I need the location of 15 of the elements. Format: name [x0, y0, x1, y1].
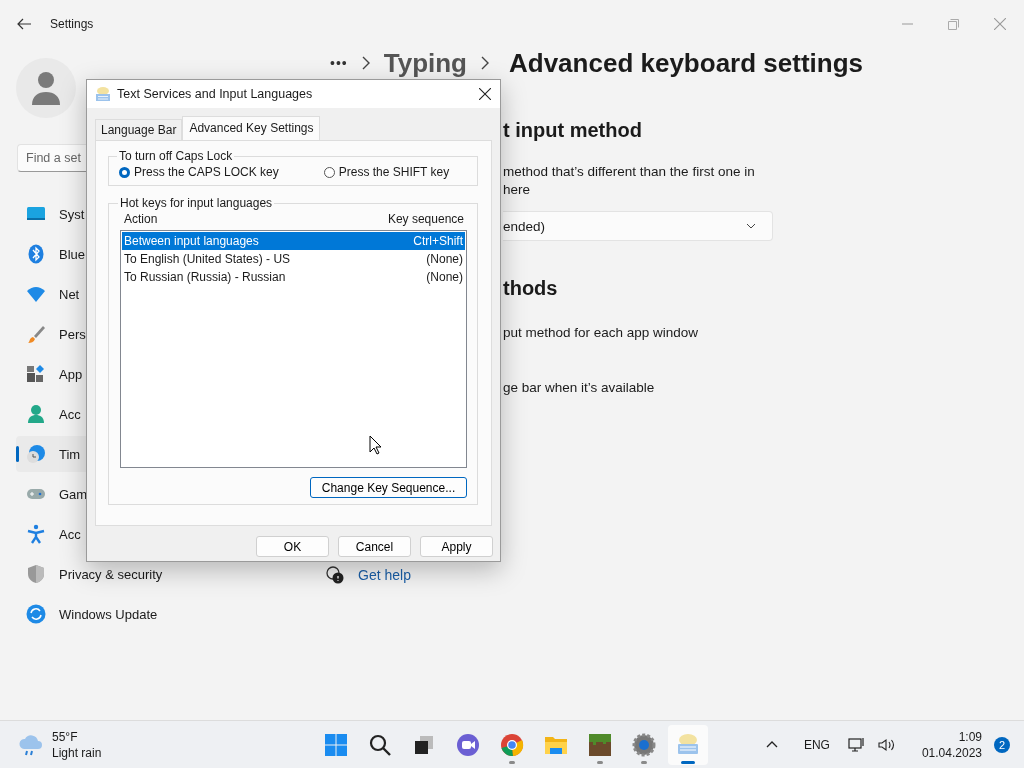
- section-heading: t input method: [503, 119, 643, 142]
- group-title: To turn off Caps Lock: [118, 149, 234, 163]
- option-label: ge bar when it’s available: [503, 380, 656, 395]
- temperature-text: 55°F: [52, 728, 79, 745]
- window-title: Settings: [50, 17, 94, 31]
- page-title: Advanced keyboard settings: [509, 48, 863, 78]
- section-heading: thods: [503, 277, 559, 300]
- column-header: Key sequence: [387, 212, 464, 226]
- option-label: put method for each app window: [503, 325, 700, 340]
- weather-condition-text: Light rain: [52, 744, 102, 761]
- group-title: Hot keys for input languages: [119, 196, 274, 210]
- description-text: method that’s different than the first one in: [503, 163, 756, 181]
- description-text: here: [503, 181, 532, 199]
- dialog-title: Text Services and Input Languages: [117, 87, 313, 101]
- column-header: Action: [124, 212, 158, 226]
